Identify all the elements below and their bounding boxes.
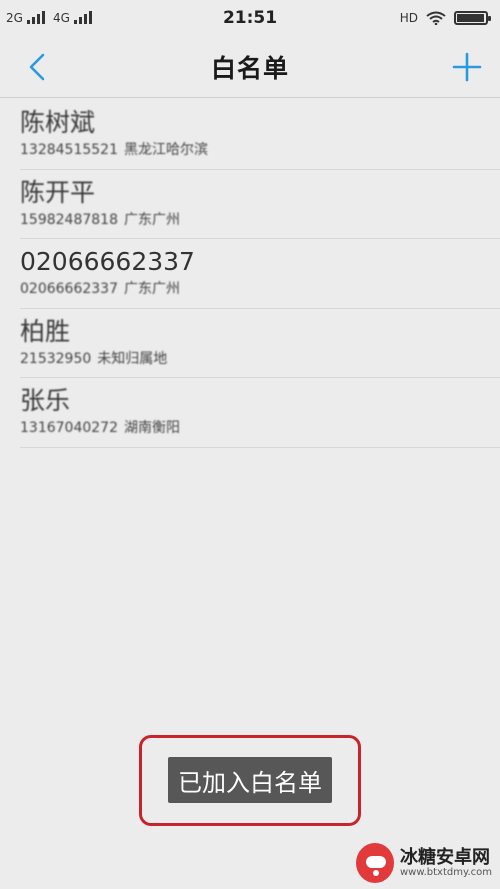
contact-name: 柏胜	[20, 316, 71, 346]
contact-location: 湖南衡阳	[123, 420, 180, 436]
wifi-icon	[426, 11, 446, 25]
contact-phone: 13284515521	[20, 142, 118, 158]
add-button[interactable]	[448, 48, 486, 86]
hd-label: HD	[399, 11, 418, 25]
contact-location: 黑龙江哈尔滨	[123, 142, 208, 158]
list-item[interactable]: 张乐 13167040272 湖南衡阳	[20, 378, 500, 448]
list-item[interactable]: 02066662337 02066662337 广东广州	[20, 239, 500, 309]
battery-icon	[454, 11, 491, 25]
contact-location: 广东广州	[123, 281, 180, 297]
signal-icon	[73, 11, 92, 24]
chevron-left-icon	[29, 53, 45, 81]
contact-location: 未知归属地	[97, 350, 168, 367]
contact-details: 15982487818 广东广州	[20, 210, 500, 230]
status-left: 2G 4G	[6, 11, 96, 25]
status-bar: 2G 4G 21:51 HD	[0, 0, 500, 36]
contact-details: 21532950 未知归属地	[20, 349, 500, 369]
contact-phone: 21532950	[20, 350, 92, 367]
toast-message: 已加入白名单	[168, 757, 332, 803]
whitelist-list: 陈树斌 13284515521 黑龙江哈尔滨 陈开平 15982487818 广东广…	[0, 100, 500, 448]
watermark-logo-icon	[356, 843, 394, 883]
contact-details: 13284515521 黑龙江哈尔滨	[20, 140, 500, 160]
contact-details: 02066662337 广东广州	[20, 279, 500, 299]
watermark-text: 冰糖安卓网 www.btxtdmy.com	[399, 846, 492, 879]
list-item[interactable]: 陈开平 15982487818 广东广州	[20, 170, 500, 239]
contact-location: 广东广州	[123, 211, 180, 228]
contact-phone: 02066662337	[20, 281, 118, 297]
contact-phone: 13167040272	[20, 420, 118, 436]
contact-name: 02066662337	[20, 247, 195, 276]
contact-name: 张乐	[20, 386, 71, 415]
watermark: 冰糖安卓网 www.btxtdmy.com	[356, 841, 492, 885]
page-title: 白名单	[210, 53, 289, 83]
network-label-2g: 2G	[6, 11, 23, 25]
list-item[interactable]: 柏胜 21532950 未知归属地	[20, 309, 500, 378]
plus-icon	[452, 52, 482, 82]
network-label-4g: 4G	[52, 11, 70, 25]
signal-icon	[26, 11, 45, 24]
contact-phone: 15982487818	[20, 211, 118, 228]
contact-name: 陈开平	[20, 177, 96, 207]
watermark-title: 冰糖安卓网	[399, 846, 490, 868]
nav-bar: 白名单	[0, 36, 500, 98]
status-right: HD	[399, 11, 491, 25]
back-button[interactable]	[20, 50, 54, 84]
contact-name: 陈树斌	[20, 108, 96, 137]
list-item[interactable]: 陈树斌 13284515521 黑龙江哈尔滨	[20, 100, 500, 170]
watermark-url: www.btxtdmy.com	[399, 867, 492, 879]
contact-details: 13167040272 湖南衡阳	[20, 418, 500, 438]
